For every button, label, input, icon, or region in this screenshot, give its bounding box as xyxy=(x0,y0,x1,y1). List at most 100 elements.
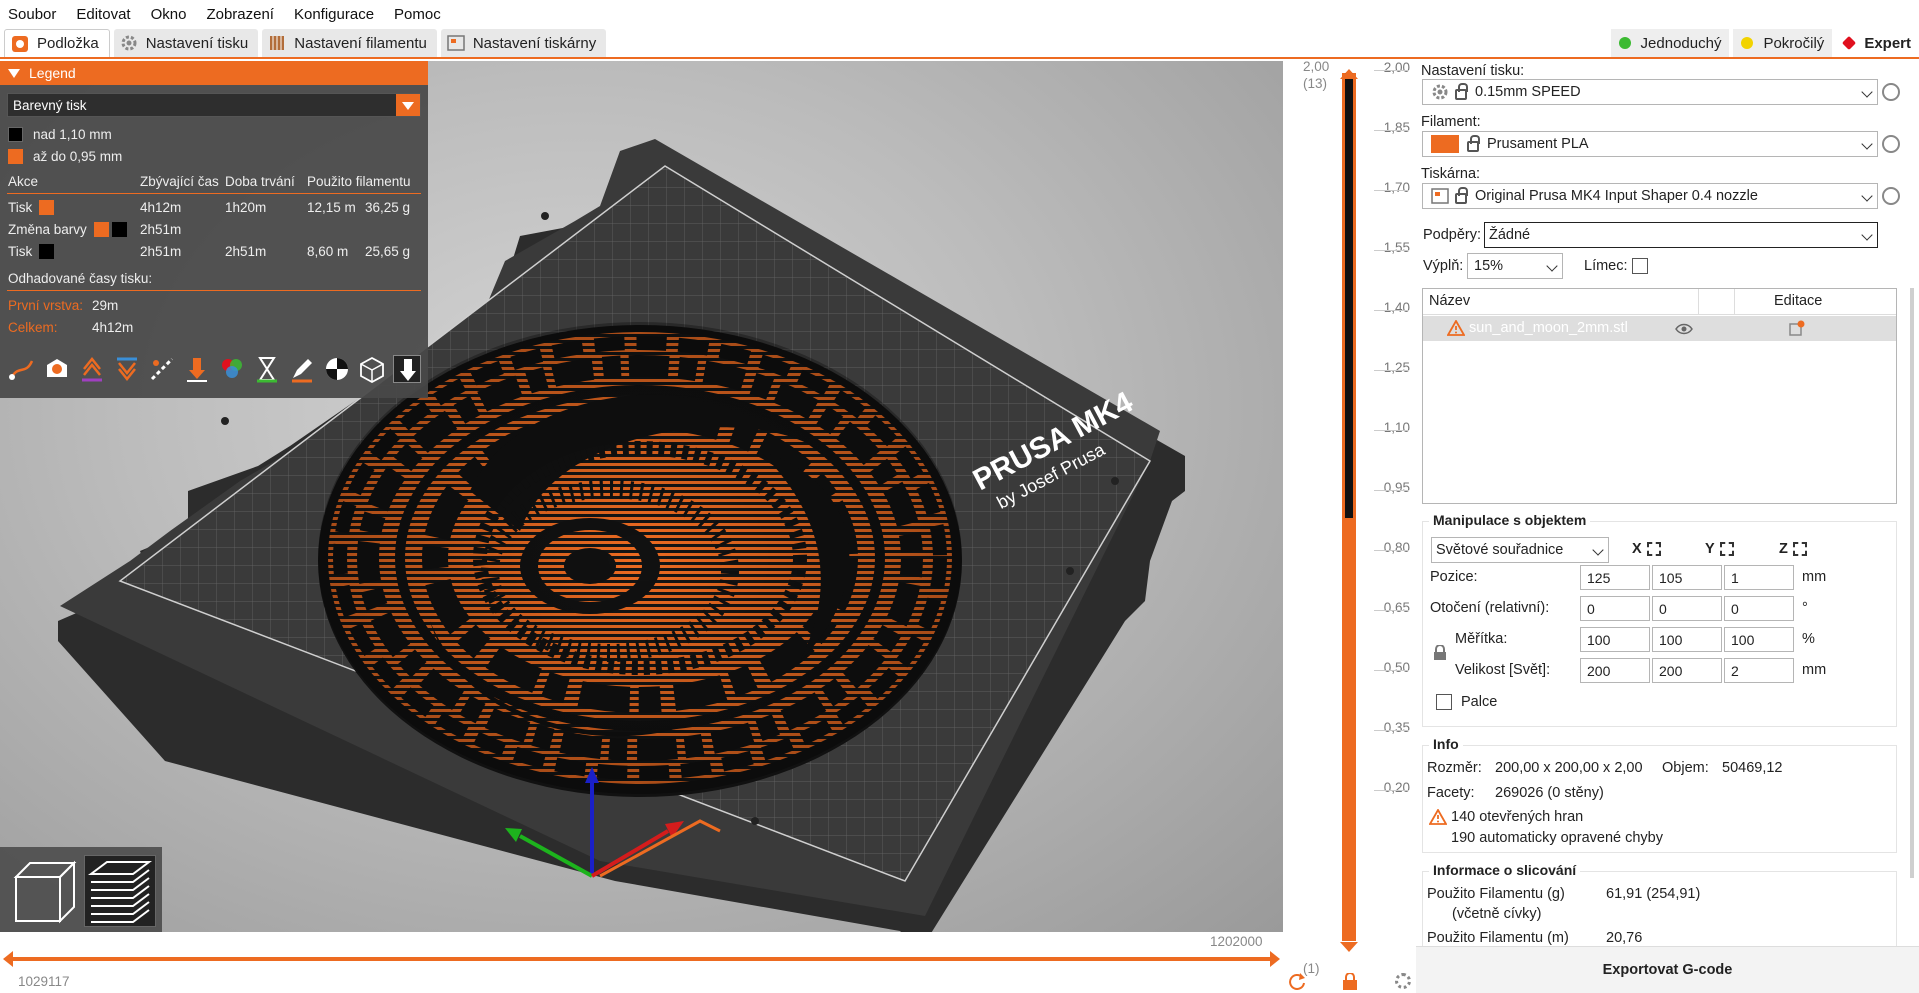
size-y-input[interactable]: 200 xyxy=(1652,658,1722,683)
size-x-input[interactable]: 200 xyxy=(1580,658,1650,683)
menu-file[interactable]: Soubor xyxy=(8,6,56,23)
drop-to-bed-z-icon[interactable] xyxy=(1793,542,1807,556)
chevron-down-icon xyxy=(1592,544,1604,556)
filament-settings-gear-icon[interactable] xyxy=(1882,135,1900,153)
undo-arrow-icon[interactable] xyxy=(1288,972,1306,990)
slider-lock-icon[interactable] xyxy=(1342,972,1358,993)
pause-prints-icon[interactable] xyxy=(253,355,281,383)
view-mode-toolbar xyxy=(0,847,162,932)
tool-changes-icon[interactable] xyxy=(183,355,211,383)
color-swatch-black xyxy=(8,127,23,142)
layer-tick-mark xyxy=(1374,490,1409,491)
mode-advanced-button[interactable]: Pokročilý xyxy=(1733,29,1833,57)
row-action: Tisk xyxy=(8,200,33,215)
layer-tick-label: 1,25 xyxy=(1383,360,1410,375)
legend-header[interactable]: Legend xyxy=(0,61,428,85)
shells-icon[interactable] xyxy=(358,355,386,384)
printer-profile-select[interactable]: Original Prusa MK4 Input Shaper 0.4 nozz… xyxy=(1422,183,1878,209)
rotation-x-input[interactable]: 0 xyxy=(1580,596,1650,621)
mode-simple-button[interactable]: Jednoduchý xyxy=(1610,29,1730,57)
export-gcode-button[interactable]: Exportovat G-code xyxy=(1416,946,1919,993)
infill-select[interactable]: 15% xyxy=(1467,253,1563,279)
tab-print-settings[interactable]: Nastavení tisku xyxy=(113,29,259,57)
mode-advanced-label: Pokročilý xyxy=(1763,34,1825,52)
brim-checkbox[interactable] xyxy=(1632,258,1648,274)
edit-settings-icon[interactable] xyxy=(1789,320,1805,336)
drop-to-bed-x-icon[interactable] xyxy=(1647,542,1661,556)
layer-tick-label: 0,35 xyxy=(1383,720,1410,735)
scale-lock-icon[interactable] xyxy=(1433,644,1447,665)
rotation-unit: ° xyxy=(1802,600,1808,616)
menu-window[interactable]: Okno xyxy=(151,6,187,23)
rotation-z-input[interactable]: 0 xyxy=(1724,596,1794,621)
manipulation-title: Manipulace s objektem xyxy=(1429,512,1591,528)
dimensions-label: Rozměr: xyxy=(1427,760,1482,776)
slider-lower-thumb[interactable] xyxy=(1340,939,1358,952)
position-y-input[interactable]: 105 xyxy=(1652,565,1722,590)
preview-layers-button[interactable] xyxy=(84,855,156,927)
inches-checkbox[interactable] xyxy=(1436,694,1452,710)
col-header-action: Akce xyxy=(8,174,39,189)
position-x-input[interactable]: 125 xyxy=(1580,565,1650,590)
hslider-left-thumb[interactable] xyxy=(3,951,13,967)
row-duration: 1h20m xyxy=(225,200,267,215)
menu-configuration[interactable]: Konfigurace xyxy=(294,6,374,23)
layer-tick-label: 1,70 xyxy=(1383,180,1410,195)
chevron-down-icon xyxy=(1546,260,1558,272)
drop-to-bed-y-icon[interactable] xyxy=(1720,542,1734,556)
collapse-triangle-icon xyxy=(8,68,20,78)
menu-view[interactable]: Zobrazení xyxy=(206,6,274,23)
tab-print-settings-label: Nastavení tisku xyxy=(145,34,249,52)
scale-z-input[interactable]: 100 xyxy=(1724,627,1794,652)
slider-upper-thumb[interactable] xyxy=(1340,66,1358,79)
supports-select[interactable]: Žádné xyxy=(1484,222,1878,248)
horizontal-move-slider[interactable]: 1202000 1029117 xyxy=(0,932,1305,993)
row-action: Změna barvy xyxy=(8,222,87,237)
layer-tick-label: 1,55 xyxy=(1383,240,1410,255)
eye-icon[interactable] xyxy=(1675,323,1693,335)
position-z-input[interactable]: 1 xyxy=(1724,565,1794,590)
sidebar-scrollbar[interactable] xyxy=(1910,288,1914,878)
print-profile-select[interactable]: 0.15mm SPEED xyxy=(1422,79,1878,105)
filament-used-m-label: Použito Filamentu (m) xyxy=(1427,930,1569,946)
menu-help[interactable]: Pomoc xyxy=(394,6,441,23)
seams-icon[interactable] xyxy=(148,355,176,383)
travel-icon[interactable] xyxy=(8,355,36,383)
auto-fixed-text: 190 automaticky opravené chyby xyxy=(1451,830,1663,846)
tab-plater[interactable]: Podložka xyxy=(4,29,110,57)
view-type-select[interactable]: Barevný tisk xyxy=(7,93,421,117)
object-list-header: Název Editace xyxy=(1423,289,1896,315)
object-list-item[interactable]: sun_and_moon_2mm.stl xyxy=(1423,316,1896,341)
vertical-layer-slider[interactable]: 2,00 (13) 2,00 1,85 1,70 1,55 1,40 1,25 1,10 0,… xyxy=(1283,59,1416,993)
scale-x-input[interactable]: 100 xyxy=(1580,627,1650,652)
deretractions-icon[interactable] xyxy=(113,355,141,383)
rotation-y-input[interactable]: 0 xyxy=(1652,596,1722,621)
custom-gcodes-icon[interactable] xyxy=(288,355,316,383)
retractions-icon[interactable] xyxy=(78,355,106,383)
menu-edit[interactable]: Editovat xyxy=(76,6,130,23)
divider xyxy=(7,193,421,194)
printer-settings-gear-icon[interactable] xyxy=(1882,187,1900,205)
first-layer-label: První vrstva: xyxy=(8,298,84,313)
color-changes-icon[interactable] xyxy=(218,355,246,383)
hslider-right-thumb[interactable] xyxy=(1270,951,1280,967)
coordinate-system-select[interactable]: Světové souřadnice xyxy=(1431,537,1609,563)
center-of-gravity-icon[interactable] xyxy=(323,355,351,383)
mode-expert-button[interactable]: Expert xyxy=(1836,29,1919,57)
3d-view-button[interactable] xyxy=(8,855,78,925)
wipe-icon[interactable] xyxy=(43,355,71,383)
layer-tick-label: 1,85 xyxy=(1383,120,1410,135)
tab-filament-settings[interactable]: Nastavení filamentu xyxy=(262,29,437,57)
tool-marker-icon[interactable] xyxy=(393,355,421,383)
axis-z-label: Z xyxy=(1779,541,1788,557)
size-z-input[interactable]: 2 xyxy=(1724,658,1794,683)
filament-label: Filament: xyxy=(1421,114,1481,130)
slider-cog-icon[interactable] xyxy=(1395,973,1411,989)
layer-tick-mark xyxy=(1374,70,1409,71)
tab-printer-settings[interactable]: Nastavení tiskárny xyxy=(440,29,607,57)
filament-color-swatch[interactable] xyxy=(1431,135,1459,153)
scale-y-input[interactable]: 100 xyxy=(1652,627,1722,652)
row-length: 12,15 m xyxy=(307,200,356,215)
print-settings-gear-icon[interactable] xyxy=(1882,83,1900,101)
filament-profile-select[interactable]: Prusament PLA xyxy=(1422,131,1878,157)
